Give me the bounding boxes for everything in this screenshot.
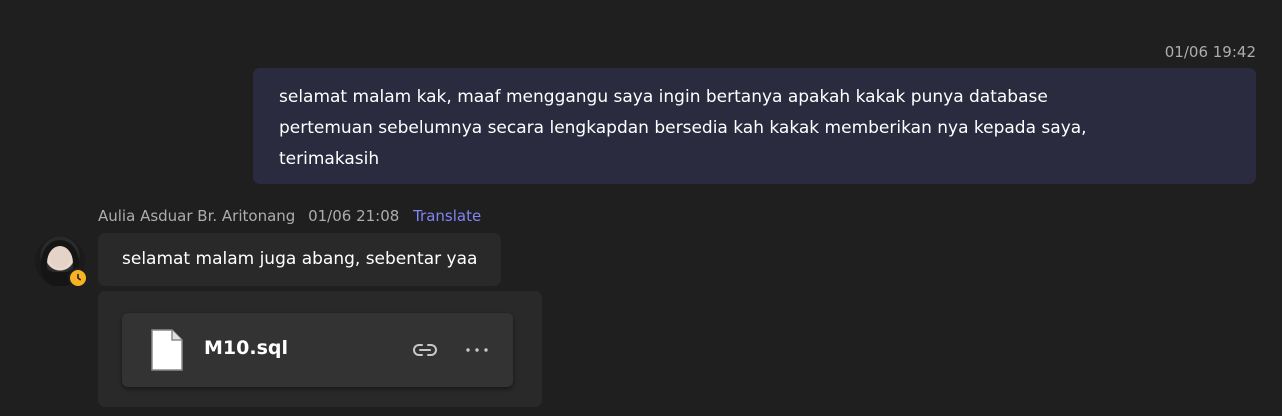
incoming-message-bubble[interactable]: selamat malam juga abang, sebentar yaa [98,233,502,286]
incoming-message-text: selamat malam juga abang, sebentar yaa [122,249,478,269]
file-name: M10.sql [204,337,288,359]
outgoing-message-line: terimakasih [279,149,380,169]
outgoing-message-line: selamat malam kak, maaf menggangu saya i… [279,87,1048,107]
incoming-message-timestamp: 01/06 21:08 [308,207,400,225]
incoming-message-header: Aulia Asduar Br. Aritonang 01/06 21:08 T… [98,207,481,225]
translate-link[interactable]: Translate [413,207,481,225]
ellipsis-icon [466,348,488,352]
file-icon [151,329,183,371]
chat-thread: 01/06 19:42 selamat malam kak, maaf meng… [0,0,1282,416]
sender-name: Aulia Asduar Br. Aritonang [98,207,296,225]
more-options-button[interactable] [463,339,491,361]
attachment-message-bubble: M10.sql [98,291,542,407]
file-attachment-card[interactable]: M10.sql [122,313,513,387]
link-icon [413,344,437,356]
outgoing-message-bubble[interactable]: selamat malam kak, maaf menggangu saya i… [253,68,1256,184]
outgoing-message-line: pertemuan sebelumnya secara lengkapdan b… [279,118,1087,138]
outgoing-message-timestamp: 01/06 19:42 [1164,43,1256,61]
copy-link-button[interactable] [411,339,439,361]
away-status-icon [68,268,88,288]
